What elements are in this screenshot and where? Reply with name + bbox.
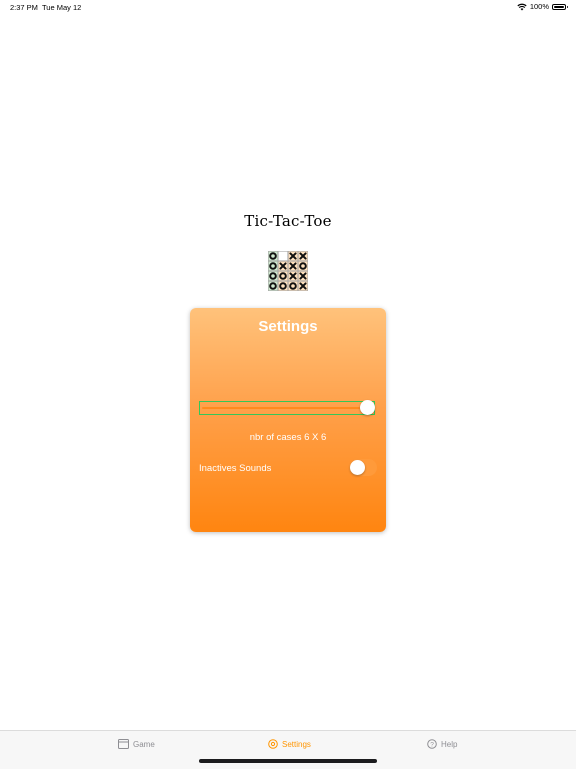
tab-settings-label: Settings xyxy=(282,739,311,749)
board-size-slider[interactable] xyxy=(199,400,375,415)
calendar-icon xyxy=(118,739,129,749)
logo-cell xyxy=(278,251,288,261)
gear-icon xyxy=(268,739,278,749)
battery-icon xyxy=(552,3,568,10)
tab-game-label: Game xyxy=(133,739,155,749)
status-time: 2:37 PM xyxy=(10,3,38,12)
app-title: Tic-Tac-Toe xyxy=(244,212,332,230)
settings-card: Settings nbr of cases 6 X 6 Inactives So… xyxy=(190,308,386,532)
tab-help[interactable]: ? Help xyxy=(427,739,457,749)
question-circle-icon: ? xyxy=(427,739,437,749)
status-right: 100% xyxy=(517,2,568,11)
battery-percent: 100% xyxy=(529,2,549,11)
sound-row: Inactives Sounds xyxy=(199,459,377,477)
home-indicator xyxy=(199,759,377,763)
tic-tac-toe-logo-icon xyxy=(268,251,308,291)
tab-help-label: Help xyxy=(441,739,458,749)
wifi-icon xyxy=(517,3,527,10)
status-bar: 2:37 PM Tue May 12 100% xyxy=(0,0,576,14)
cases-label: nbr of cases 6 X 6 xyxy=(249,432,327,443)
tab-settings[interactable]: Settings xyxy=(268,739,311,749)
slider-track xyxy=(202,407,360,409)
svg-text:?: ? xyxy=(430,741,434,748)
tab-game[interactable]: Game xyxy=(118,739,155,749)
toggle-knob xyxy=(350,460,365,475)
status-date: Tue May 12 xyxy=(42,3,82,12)
slider-knob[interactable] xyxy=(360,400,375,415)
tab-bar: Game Settings ? Help xyxy=(0,730,576,769)
settings-title: Settings xyxy=(258,318,318,335)
sounds-label: Inactives Sounds xyxy=(199,463,272,474)
sounds-toggle[interactable] xyxy=(349,459,377,476)
